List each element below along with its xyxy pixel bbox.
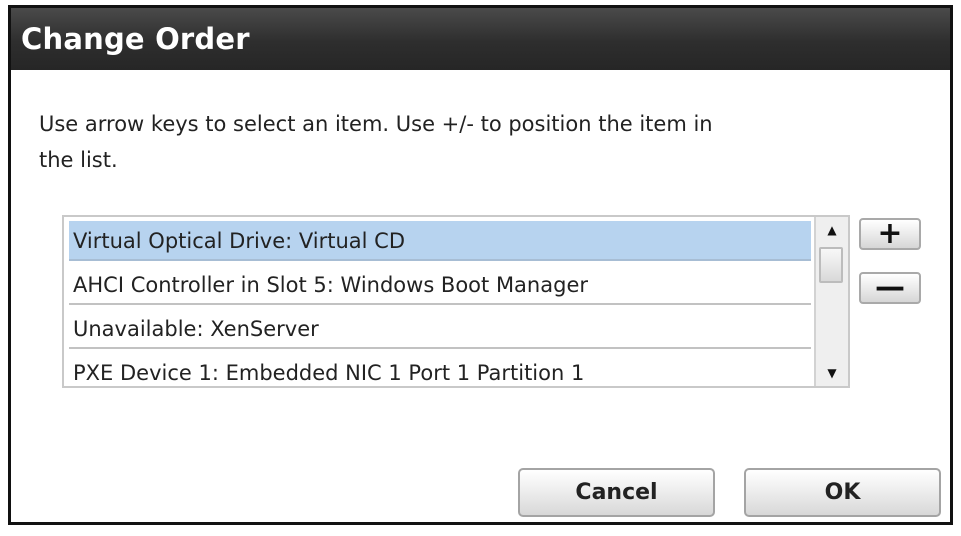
move-up-plus-button[interactable]: + xyxy=(859,218,921,250)
list-scrollbar[interactable]: ▲ ▼ xyxy=(814,217,848,386)
list-items-container: Virtual Optical Drive: Virtual CD AHCI C… xyxy=(64,217,814,386)
dialog-title: Change Order xyxy=(21,22,250,56)
cancel-button[interactable]: Cancel xyxy=(518,468,715,517)
boot-order-listbox[interactable]: Virtual Optical Drive: Virtual CD AHCI C… xyxy=(62,215,850,388)
dialog-titlebar: Change Order xyxy=(11,8,950,70)
change-order-dialog: Change Order Use arrow keys to select an… xyxy=(8,5,953,525)
list-item[interactable]: AHCI Controller in Slot 5: Windows Boot … xyxy=(69,265,811,305)
scroll-up-arrow-icon[interactable]: ▲ xyxy=(816,219,848,241)
ok-button[interactable]: OK xyxy=(744,468,941,517)
instructions-text: Use arrow keys to select an item. Use +/… xyxy=(39,112,713,172)
move-down-minus-button[interactable]: — xyxy=(859,272,921,304)
scrollbar-thumb[interactable] xyxy=(819,247,843,283)
list-item[interactable]: Virtual Optical Drive: Virtual CD xyxy=(69,221,811,261)
scroll-down-arrow-icon[interactable]: ▼ xyxy=(816,362,848,384)
list-item[interactable]: PXE Device 1: Embedded NIC 1 Port 1 Part… xyxy=(69,353,811,386)
list-item[interactable]: Unavailable: XenServer xyxy=(69,309,811,349)
